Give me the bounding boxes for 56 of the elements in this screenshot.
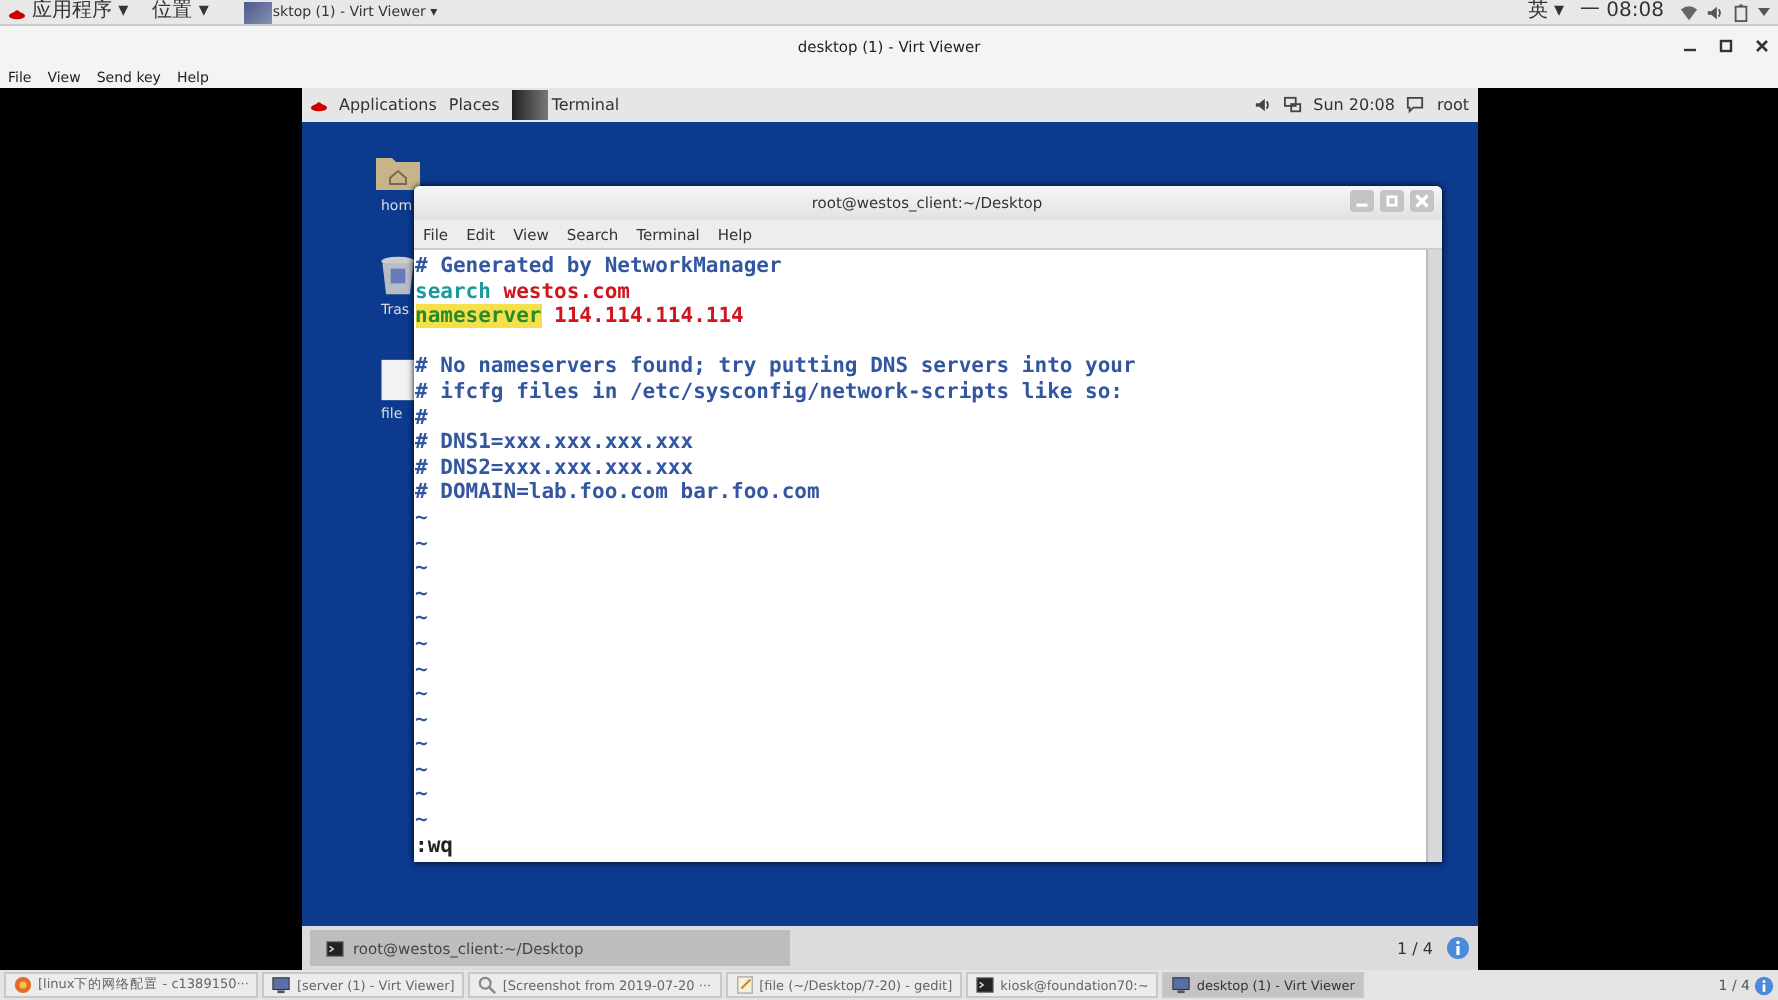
tilde-marker: ~	[415, 808, 428, 833]
menu-button[interactable]: Places	[448, 96, 500, 114]
tilde-marker: ~	[415, 505, 428, 530]
monitor-icon	[272, 976, 291, 994]
network-icon[interactable]	[1283, 96, 1302, 114]
terminal-icon	[325, 939, 343, 957]
code-text: # DNS1=xxx.xxx.xxx.xxx	[415, 430, 694, 455]
chat-icon[interactable]	[1406, 96, 1425, 114]
hat-icon[interactable]	[309, 96, 327, 114]
menu-button[interactable]: 位置 ▾	[152, 0, 209, 24]
tilde-marker: ~	[415, 732, 428, 757]
terminal-icon	[976, 976, 995, 994]
magnifier-icon	[478, 976, 497, 994]
browser-icon	[14, 976, 32, 994]
window-thumbnail	[244, 1, 273, 23]
tilde-marker: ~	[415, 531, 428, 556]
status-text[interactable]: 一 08:08	[1580, 0, 1664, 24]
status-text[interactable]: 英 ▾	[1527, 0, 1564, 24]
code-text: #	[415, 405, 428, 430]
tilde-marker: ~	[415, 782, 428, 807]
workspace-pager[interactable]: 1 / 4	[1397, 939, 1433, 957]
tilde-marker: ~	[415, 707, 428, 732]
tilde-marker: ~	[415, 682, 428, 707]
volume-icon[interactable]	[1706, 3, 1724, 21]
code-text: # Generated by NetworkManager	[415, 254, 782, 278]
notepad-icon	[735, 976, 754, 994]
code-text: search	[415, 279, 491, 304]
tilde-marker: ~	[415, 657, 428, 681]
code-text: # DNS2=xxx.xxx.xxx.xxx	[415, 455, 694, 480]
code-text: # ifcfg files in /etc/sysconfig/network-scripts like so:	[415, 379, 1124, 404]
code-text: # No nameservers found; try putting DNS servers into your	[415, 354, 1136, 379]
battery-icon[interactable]	[1732, 3, 1750, 21]
task-button[interactable]: Terminal	[551, 96, 620, 114]
code-text: # DOMAIN=lab.foo.com bar.foo.com	[415, 480, 820, 505]
info-icon[interactable]	[1445, 936, 1469, 960]
maximize-icon[interactable]	[1718, 38, 1734, 54]
info-icon[interactable]	[1754, 975, 1774, 995]
close-icon[interactable]	[1754, 38, 1770, 54]
menu-button[interactable]: Applications	[339, 96, 437, 114]
tilde-marker: ~	[415, 556, 428, 581]
tilde-marker: ~	[415, 581, 428, 606]
code-text: westos.com	[501, 279, 630, 304]
tilde-marker: ~	[415, 757, 428, 782]
window-thumbnail	[511, 90, 548, 120]
code-text: nameserver	[415, 304, 542, 329]
command-line[interactable]: :wq	[415, 833, 453, 858]
monitor-icon	[1172, 976, 1191, 994]
caret-icon[interactable]	[1758, 8, 1770, 16]
wifi-icon[interactable]	[1680, 3, 1698, 21]
clock[interactable]: Sun 20:08	[1313, 96, 1395, 114]
scrollbar[interactable]	[1425, 250, 1441, 862]
tilde-marker: ~	[415, 606, 428, 631]
code-text: 114.114.114.114	[552, 304, 744, 329]
user-menu[interactable]: root	[1436, 96, 1469, 114]
volume-icon[interactable]	[1253, 96, 1272, 114]
tilde-marker: ~	[415, 631, 428, 656]
